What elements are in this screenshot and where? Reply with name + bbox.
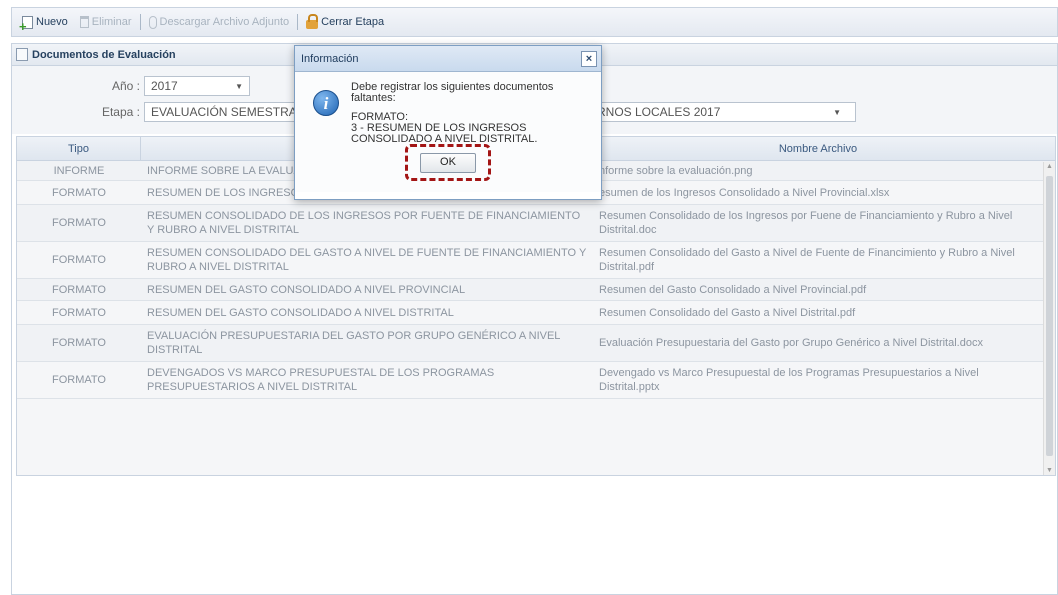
cell-documento: RESUMEN CONSOLIDADO DE LOS INGRESOS POR … (147, 210, 581, 236)
etapa-label: Etapa : (101, 105, 140, 119)
trash-icon (79, 16, 89, 28)
ok-highlight: OK (405, 144, 491, 181)
paperclip-icon (148, 15, 157, 29)
panel-title: Documentos de Evaluación (32, 48, 176, 61)
toolbar-separator (297, 14, 299, 30)
cell-archivo: Evaluación Presupuestaria del Gasto por … (599, 337, 983, 349)
ok-button[interactable]: OK (420, 152, 476, 173)
cell-tipo: FORMATO (52, 306, 106, 319)
etapa-value-right: RNOS LOCALES 2017 (597, 105, 721, 119)
col-tipo[interactable]: Tipo (17, 137, 141, 160)
dialog-body: i Debe registrar los siguientes document… (295, 72, 601, 192)
cerrar-etapa-button[interactable]: Cerrar Etapa (300, 11, 390, 33)
cell-archivo: Resumen Consolidado del Gasto a Nivel de… (599, 247, 1015, 273)
dialog-title: Información (301, 52, 359, 65)
cell-archivo: Resumen Consolidado del Gasto a Nivel Di… (599, 306, 856, 319)
cell-documento: EVALUACIÓN PRESUPUESTARIA DEL GASTO POR … (147, 330, 561, 356)
table-row[interactable]: FORMATO EVALUACIÓN PRESUPUESTARIA DEL GAS… (17, 325, 1055, 362)
cell-archivo: Resumen del Gasto Consolidado a Nivel Pr… (599, 283, 867, 296)
new-document-icon (19, 15, 33, 34)
table-row[interactable]: FORMATO RESUMEN DEL GASTO CONSOLIDADO A N… (17, 279, 1055, 301)
cell-archivo: Resumen Consolidado de los Ingresos por … (599, 210, 1013, 236)
lock-icon (306, 13, 319, 29)
scroll-thumb[interactable] (1046, 176, 1053, 456)
descargar-label: Descargar Archivo Adjunto (159, 16, 290, 28)
cell-archivo: Devengado vs Marco Presupuestal de los P… (599, 367, 979, 393)
cell-tipo: FORMATO (52, 217, 106, 229)
cell-documento: RESUMEN CONSOLIDADO DEL GASTO A NIVEL DE… (147, 247, 587, 273)
nuevo-label: Nuevo (36, 16, 68, 28)
table-row[interactable]: FORMATO DEVENGADOS VS MARCO PRESUPUESTAL … (17, 362, 1055, 399)
chevron-down-icon: ▼ (235, 81, 243, 91)
anio-label: Año : (111, 79, 140, 93)
scroll-up-icon[interactable]: ▲ (1046, 163, 1053, 170)
cell-tipo: FORMATO (52, 374, 106, 386)
grid-scrollbar[interactable]: ▲ ▼ (1043, 162, 1055, 475)
cell-tipo: FORMATO (52, 337, 106, 349)
cell-documento: DEVENGADOS VS MARCO PRESUPUESTAL DE LOS … (147, 367, 495, 393)
scroll-down-icon[interactable]: ▼ (1046, 467, 1053, 474)
cell-archivo: nforme sobre la evaluación.png (599, 164, 753, 177)
toolbar: Nuevo Eliminar Descargar Archivo Adjunto… (11, 7, 1058, 37)
anio-select[interactable]: 2017 ▼ (144, 76, 250, 96)
document-icon (16, 48, 28, 61)
anio-row: Año : 2017 ▼ (12, 76, 250, 96)
cell-documento: RESUMEN DEL GASTO CONSOLIDADO A NIVEL PR… (147, 283, 466, 296)
dialog-titlebar: Información × (295, 46, 601, 72)
cell-tipo: FORMATO (52, 254, 106, 266)
cell-tipo: FORMATO (52, 283, 106, 296)
cell-documento: RESUMEN DEL GASTO CONSOLIDADO A NIVEL DI… (147, 306, 454, 319)
nuevo-button[interactable]: Nuevo (16, 11, 74, 34)
descargar-button[interactable]: Descargar Archivo Adjunto (143, 11, 296, 33)
close-icon[interactable]: × (581, 50, 597, 67)
col-nombre-archivo[interactable]: Nombre Archivo (593, 137, 1043, 160)
table-row[interactable]: FORMATO RESUMEN CONSOLIDADO DEL GASTO A N… (17, 242, 1055, 279)
info-icon: i (313, 90, 339, 116)
cell-tipo: INFORME (53, 164, 105, 177)
message-line: faltantes: (351, 92, 396, 104)
eliminar-label: Eliminar (91, 16, 132, 28)
cerrar-etapa-label: Cerrar Etapa (321, 16, 385, 28)
informacion-dialog: Información × i Debe registrar los sigui… (294, 45, 602, 200)
chevron-down-icon: ▼ (833, 107, 841, 117)
cell-archivo: esumen de los Ingresos Consolidado a Niv… (599, 186, 890, 199)
table-row[interactable]: FORMATO RESUMEN DEL GASTO CONSOLIDADO A N… (17, 301, 1055, 325)
eliminar-button[interactable]: Eliminar (74, 11, 138, 33)
table-row[interactable]: FORMATO RESUMEN CONSOLIDADO DE LOS INGRES… (17, 205, 1055, 242)
toolbar-separator (139, 14, 141, 30)
cell-tipo: FORMATO (52, 186, 106, 199)
anio-value: 2017 (151, 79, 178, 93)
